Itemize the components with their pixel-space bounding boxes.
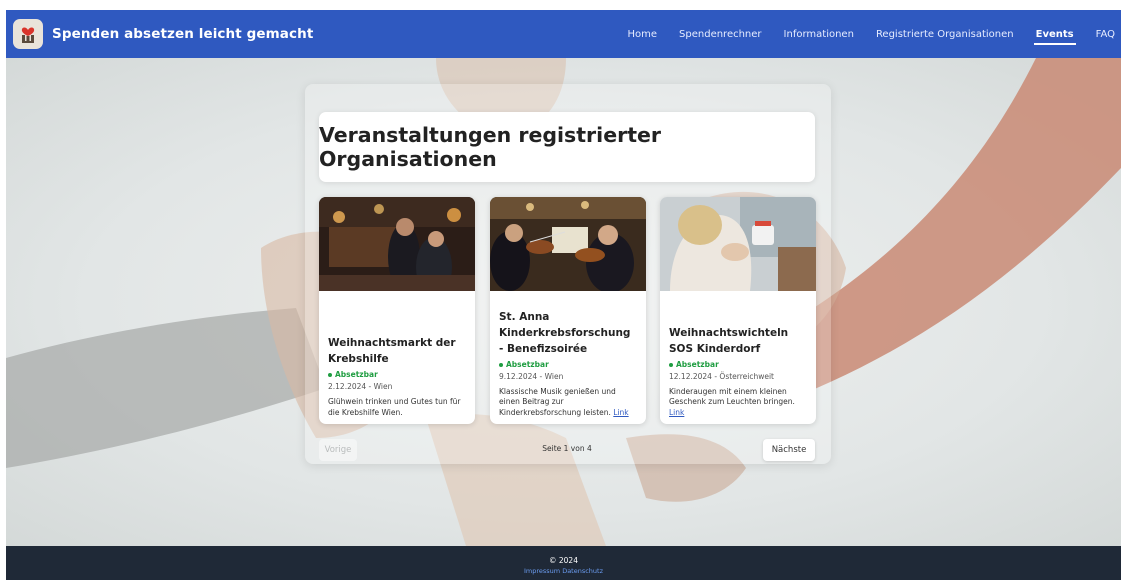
event-date-location: 12.12.2024 - Österreichweit [669,371,774,381]
event-description-text: Glühwein trinken und Gutes tun für die K… [328,397,461,417]
event-date-location: 2.12.2024 - Wien [328,382,393,391]
event-description-text: Kinderaugen mit einem kleinen Geschenk z… [669,386,795,407]
main-nav: Home Spendenrechner Informationen Regist… [606,10,1115,58]
event-description-text: Klassische Musik genießen und einen Beit… [499,386,616,417]
nav-spendenrechner[interactable]: Spendenrechner [679,29,762,40]
nav-events[interactable]: Events [1033,29,1076,45]
pagination: Vorige Seite 1 von 4 Nächste [319,439,815,461]
status-badge: Absetzbar [499,360,638,370]
brand-title: Spenden absetzen leicht gemacht [52,26,314,42]
nav-home[interactable]: Home [628,29,658,40]
event-card: Weihnachtsmarkt der Krebshilfe Absetzbar… [319,197,475,424]
heart-hand-logo-icon [13,19,43,49]
copyright: © 2024 [549,556,578,565]
event-link[interactable]: Link [613,408,628,417]
title-card: Veranstaltungen registrierter Organisati… [319,112,815,182]
status-dot-icon [499,362,503,367]
hero-section: Veranstaltungen registrierter Organisati… [6,58,1121,546]
event-card: St. Anna Kinderkrebsforschung - Benefizs… [490,197,646,424]
event-card-body: St. Anna Kinderkrebsforschung - Benefizs… [499,309,638,419]
event-card-body: Weihnachtswichteln SOS Kinderdorf Absetz… [669,325,808,419]
status-label: Absetzbar [676,359,719,369]
event-title: Weihnachtswichteln SOS Kinderdorf [669,326,789,355]
nav-registrierte-organisationen[interactable]: Registrierte Organisationen [876,29,1014,40]
status-label: Absetzbar [335,370,378,379]
status-badge: Absetzbar [669,360,808,370]
orchestra-photo [490,197,646,291]
footer-links: Impressum Datenschutz [6,567,1121,576]
event-title: Weihnachtsmarkt der Krebshilfe [328,337,456,365]
datenschutz-link[interactable]: Datenschutz [562,567,603,575]
child-with-gift-photo [660,197,816,291]
event-card: Weihnachtswichteln SOS Kinderdorf Absetz… [660,197,816,424]
status-dot-icon [669,362,673,367]
page: Spenden absetzen leicht gemacht Home Spe… [0,10,1121,580]
event-title: St. Anna Kinderkrebsforschung - Benefizs… [499,310,631,355]
impressum-link[interactable]: Impressum [524,567,560,575]
christmas-market-photo [319,197,475,291]
event-description: Glühwein trinken und Gutes tun für die K… [328,397,467,418]
status-dot-icon [328,373,332,377]
event-date-location: 9.12.2024 - Wien [499,371,564,381]
status-label: Absetzbar [506,359,549,369]
footer: © 2024 Impressum Datenschutz [6,546,1121,580]
page-indicator: Seite 1 von 4 [542,444,592,453]
event-card-body: Weihnachtsmarkt der Krebshilfe Absetzbar… [328,335,467,418]
nav-faq[interactable]: FAQ [1096,29,1115,40]
next-page-button[interactable]: Nächste [763,439,815,461]
brand[interactable]: Spenden absetzen leicht gemacht [13,19,313,49]
events-panel: Veranstaltungen registrierter Organisati… [305,84,831,464]
event-description: Kinderaugen mit einem kleinen Geschenk z… [669,387,808,419]
nav-informationen[interactable]: Informationen [784,29,854,40]
event-description: Klassische Musik genießen und einen Beit… [499,387,638,419]
navbar: Spenden absetzen leicht gemacht Home Spe… [6,10,1121,58]
page-title: Veranstaltungen registrierter Organisati… [319,123,662,171]
event-link[interactable]: Link [669,408,684,417]
status-badge: Absetzbar [328,370,467,380]
